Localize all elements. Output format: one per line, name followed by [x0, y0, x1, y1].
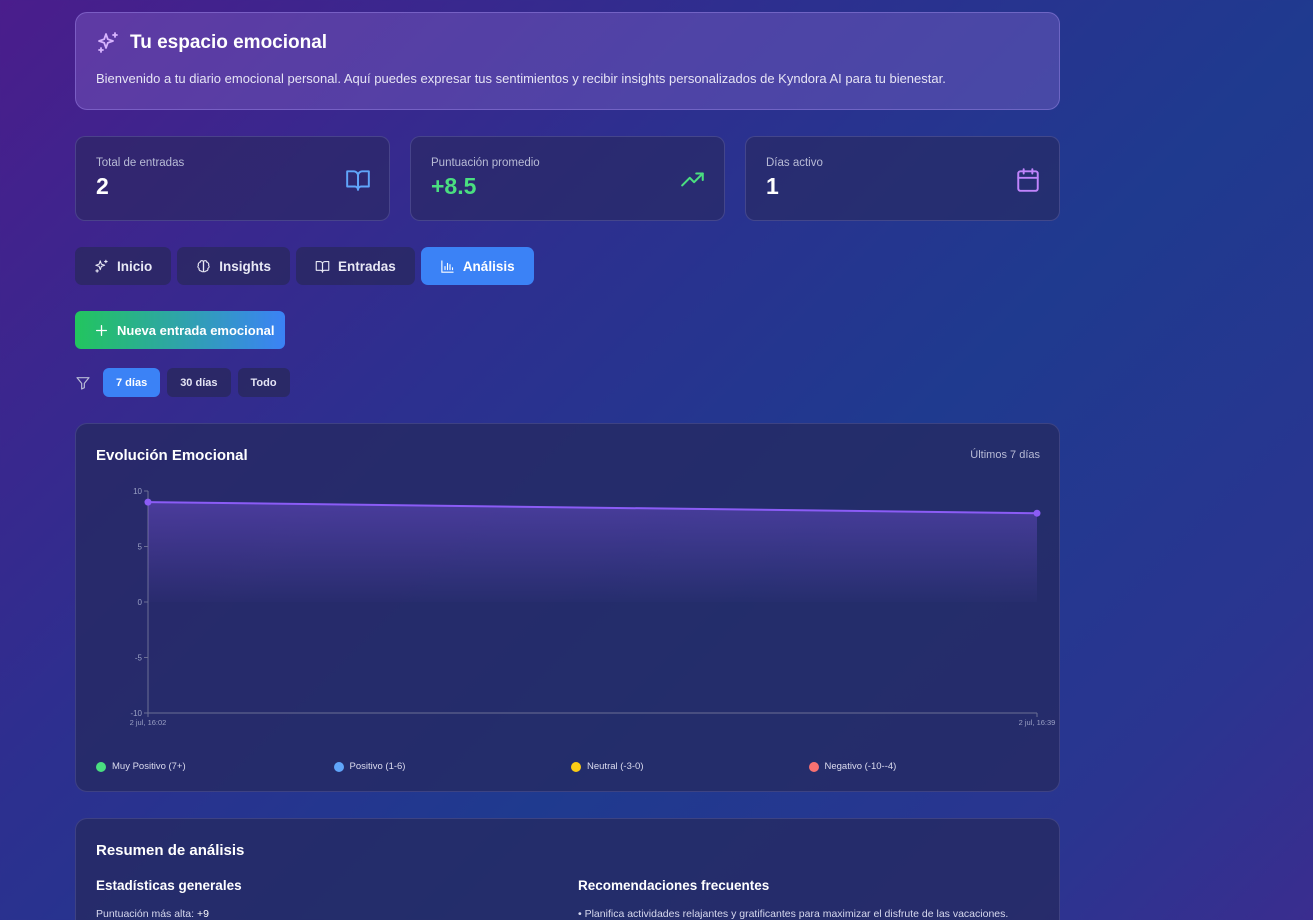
frequent-recommendations-title: Recomendaciones frecuentes: [578, 878, 770, 893]
tab-label: Insights: [219, 258, 272, 274]
new-entry-button[interactable]: Nueva entrada emocional: [75, 311, 285, 349]
stat-label: Días activo: [766, 157, 823, 169]
brain-icon: [197, 259, 210, 272]
tab-insights[interactable]: Insights: [177, 247, 291, 285]
x-tick-label: 2 jul, 16:02: [130, 718, 167, 727]
general-stats-title: Estadísticas generales: [96, 878, 242, 893]
legend-item: Negativo (-10--4): [808, 761, 1047, 772]
period-filter-bar: 7 días 30 días Todo: [75, 368, 290, 397]
book-open-icon: [346, 170, 370, 191]
legend-item: Muy Positivo (7+): [96, 761, 334, 772]
legend-label: Muy Positivo (7+): [112, 761, 186, 772]
banner-title-row: Tu espacio emocional: [96, 31, 1039, 55]
y-tick-label: -5: [135, 654, 143, 663]
summary-title: Resumen de análisis: [96, 842, 245, 859]
tab-label: Análisis: [462, 258, 515, 274]
legend-label: Positivo (1-6): [349, 761, 406, 772]
legend-item: Neutral (-3-0): [571, 761, 809, 772]
filter-icon: [76, 376, 90, 390]
analysis-summary-card: Resumen de análisis Estadísticas general…: [75, 818, 1060, 920]
stats-row: Total de entradas 2 Puntuación promedio …: [75, 136, 1060, 221]
stat-value: 2: [96, 173, 109, 199]
new-entry-label: Nueva entrada emocional: [117, 322, 275, 338]
highest-score-value: +9: [196, 908, 209, 920]
filter-7-days[interactable]: 7 días: [103, 368, 161, 397]
tab-analisis[interactable]: Análisis: [420, 247, 534, 285]
chart-legend: Muy Positivo (7+) Positivo (1-6) Neutral (…: [96, 761, 1046, 772]
y-tick-label: 10: [133, 487, 142, 496]
welcome-banner: Tu espacio emocional Bienvenido a tu dia…: [75, 12, 1060, 110]
stat-value: 1: [766, 173, 779, 199]
tab-bar: Inicio Insights Entradas Análisis: [75, 247, 534, 285]
emotional-evolution-card: Evolución Emocional Últimos 7 días 10 5 0-…: [75, 423, 1060, 792]
stat-active-days: Días activo 1: [745, 136, 1060, 221]
tab-inicio[interactable]: Inicio: [75, 247, 172, 285]
legend-dot: [571, 761, 581, 772]
filter-30-days[interactable]: 30 días: [167, 368, 231, 397]
legend-dot: [808, 761, 819, 772]
legend-dot: [96, 761, 106, 772]
data-point: [1033, 509, 1041, 517]
recommendation-item: • Planifica actividades relajantes y gra…: [578, 908, 1009, 920]
highest-score-line: Puntuación más alta: +9: [96, 908, 209, 920]
y-tick-label: -10: [130, 709, 142, 718]
sparkles-icon: [95, 259, 108, 273]
stat-label: Total de entradas: [96, 157, 185, 169]
stat-total-entries: Total de entradas 2: [75, 136, 390, 221]
plus-icon: [95, 324, 108, 336]
emotion-line-chart: 10 5 0 -5 -102 jul, 16:02 2 jul, 16:39: [130, 487, 1056, 727]
y-tick-label: 5: [138, 543, 143, 552]
stat-value: +8.5: [431, 173, 477, 199]
calendar-icon: [1017, 168, 1039, 192]
highest-score-label: Puntuación más alta:: [96, 908, 195, 920]
x-tick-label: 2 jul, 16:39: [1019, 718, 1056, 727]
stat-label: Puntuación promedio: [431, 157, 540, 169]
banner-title: Tu espacio emocional: [130, 32, 328, 53]
banner-description: Bienvenido a tu diario emocional persona…: [96, 71, 946, 86]
tab-label: Entradas: [338, 258, 396, 274]
tab-entradas[interactable]: Entradas: [296, 247, 415, 285]
stat-average-score: Puntuación promedio +8.5: [410, 136, 725, 221]
series-area: [148, 502, 1037, 602]
tab-label: Inicio: [117, 258, 153, 274]
sparkles-icon: [98, 32, 118, 53]
y-tick-label: 0: [138, 598, 143, 607]
legend-item: Positivo (1-6): [333, 761, 572, 772]
data-point: [144, 498, 152, 506]
trending-up-icon: [681, 172, 704, 187]
book-open-icon: [315, 260, 330, 273]
bar-chart-icon: [441, 259, 454, 273]
filter-all[interactable]: Todo: [237, 368, 290, 397]
legend-dot: [333, 761, 344, 772]
legend-label: Neutral (-3-0): [587, 761, 644, 772]
legend-label: Negativo (-10--4): [824, 761, 897, 772]
